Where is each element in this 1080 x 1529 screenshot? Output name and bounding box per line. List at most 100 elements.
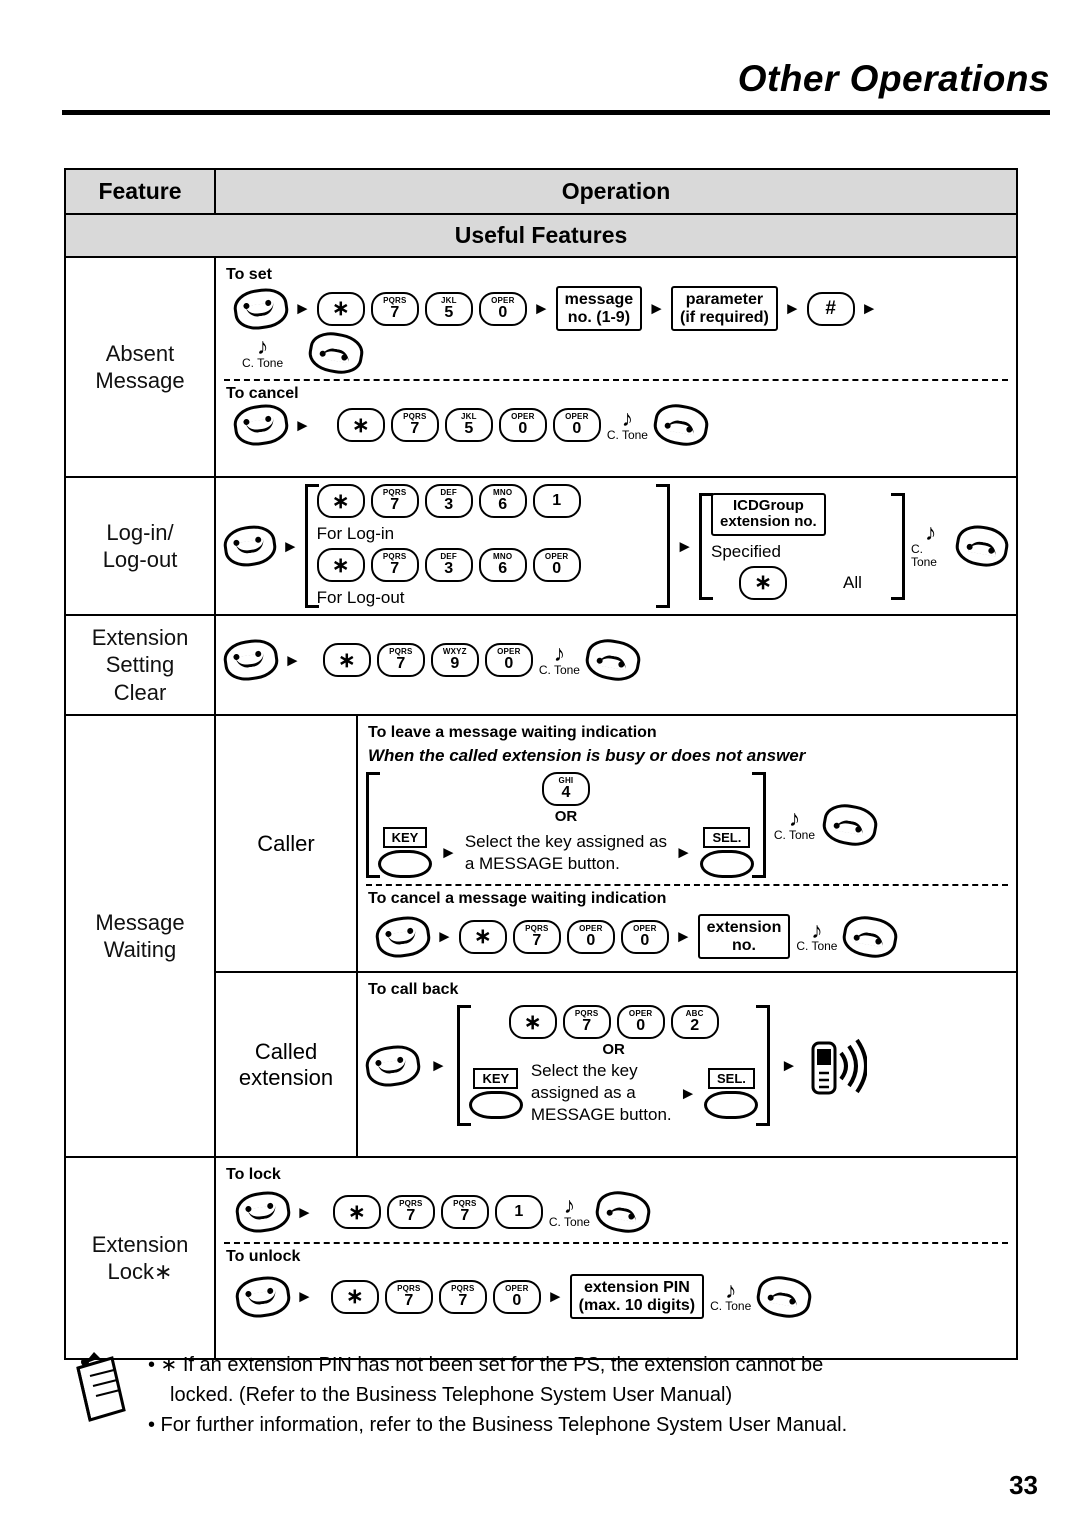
- operation-extension-lock: To lock ► ∗ PQRS 7 PQRS 7 1 ♪ C. Tone To un…: [216, 1158, 1016, 1358]
- power-off-key-icon: [754, 1272, 815, 1321]
- arrow-icon: ►: [675, 843, 692, 862]
- label-for-log-out: For Log-out: [316, 588, 405, 607]
- music-note-icon: ♪: [811, 916, 823, 943]
- arrow-icon: ►: [294, 299, 311, 319]
- key-number: 0: [572, 420, 582, 438]
- features-table: Feature Operation Useful Features Absent…: [64, 168, 1018, 1360]
- key-number: 5: [464, 420, 474, 438]
- box-icd-group-extension-no: ICDGroup extension no.: [711, 492, 826, 536]
- arrow-icon: ►: [296, 1202, 313, 1222]
- key-number: 7: [390, 303, 400, 321]
- music-note-icon: ♪: [563, 1192, 576, 1219]
- key-number: 9: [450, 655, 460, 672]
- key-number: 7: [390, 496, 400, 513]
- key-number: 3: [444, 560, 454, 577]
- title-rule: [62, 110, 1050, 115]
- arrow-icon: ►: [532, 299, 550, 319]
- tone-label: C. Tone: [773, 827, 816, 842]
- key-number: 1: [552, 492, 562, 509]
- key-oper-0: OPER 0: [620, 919, 669, 954]
- key-number: 7: [410, 420, 420, 438]
- music-note-icon: ♪: [788, 805, 801, 832]
- key-number: 0: [636, 1017, 646, 1035]
- power-off-key-icon: [306, 328, 367, 378]
- bracket-group: ICDGroup extension no. Specified ∗ All: [699, 492, 905, 600]
- key-oper-0: OPER 0: [552, 408, 601, 443]
- key-ghi-4: GHI 4: [541, 772, 590, 806]
- key-number: 0: [498, 303, 508, 321]
- tone-label: C. Tone: [910, 542, 937, 570]
- talk-key-icon: [233, 1188, 293, 1236]
- confirmation-tone-indicator: ♪ C. Tone: [539, 640, 580, 677]
- key-number: 7: [582, 1017, 592, 1035]
- power-off-key-icon: [953, 521, 1012, 571]
- title-cancel-message-waiting: To cancel a message waiting indication: [368, 890, 667, 907]
- talk-key-icon: [363, 1042, 423, 1090]
- key-star: ∗: [508, 1005, 557, 1040]
- key-oper-0: OPER 0: [484, 643, 533, 677]
- power-off-key-icon: [582, 635, 644, 685]
- header-operation: Operation: [561, 178, 671, 204]
- divider: [366, 884, 1008, 886]
- arrow-icon: ►: [674, 927, 692, 947]
- note-line: locked. (Refer to the Business Telephone…: [170, 1384, 733, 1406]
- key-star: ∗: [739, 565, 788, 600]
- key-number: 0: [504, 655, 514, 672]
- feature-label-line: Log-out: [102, 547, 178, 572]
- label-or: OR: [602, 1041, 625, 1059]
- key-star: ∗: [316, 548, 365, 582]
- section-band-useful-features: Useful Features: [66, 215, 1016, 258]
- table-row: Absent Message To set ► ∗ PQRS 7 JKL 5 OPE…: [66, 258, 1016, 478]
- key-pqrs-7: PQRS 7: [562, 1005, 611, 1040]
- arrow-icon: ►: [440, 843, 457, 862]
- key-oper-0: OPER 0: [492, 1279, 541, 1314]
- music-note-icon: ♪: [553, 640, 566, 667]
- soft-key-icon: [468, 1090, 523, 1119]
- key-pqrs-7: PQRS 7: [386, 1195, 435, 1229]
- confirmation-tone-indicator: ♪ C. Tone: [796, 916, 838, 954]
- power-off-key-icon: [592, 1187, 654, 1237]
- key-pqrs-7: PQRS 7: [438, 1279, 487, 1314]
- talk-key-icon: [231, 401, 291, 449]
- key-number: 7: [390, 560, 400, 577]
- soft-key-icon: [699, 850, 754, 878]
- label-for-log-in: For Log-in: [316, 524, 395, 543]
- arrow-icon: ►: [648, 299, 665, 319]
- key-number: 4: [561, 784, 571, 801]
- key-number: 5: [444, 303, 454, 321]
- key-number: 6: [498, 560, 508, 577]
- sub-label-to-set: To set: [226, 266, 272, 283]
- key-number: 2: [690, 1017, 700, 1035]
- arrow-icon: ►: [281, 536, 299, 556]
- page-title: Other Operations: [737, 58, 1050, 99]
- key-number: 6: [498, 496, 508, 513]
- key-number: 0: [586, 931, 596, 949]
- confirmation-tone-indicator: ♪ C. Tone: [910, 519, 950, 570]
- music-note-icon: ♪: [724, 1276, 737, 1303]
- arrow-icon: ►: [679, 1083, 697, 1103]
- instruction-line: Select the key assigned as: [464, 832, 668, 852]
- key-oper-0: OPER 0: [616, 1005, 665, 1040]
- header-feature: Feature: [66, 170, 216, 213]
- power-off-key-icon: [819, 800, 881, 850]
- key-star: ∗: [316, 484, 365, 518]
- operation-extension-setting-clear: ► ∗ PQRS 7 WXYZ 9 OPER 0 ♪ C. Tone: [216, 616, 1016, 714]
- memo-icon: [64, 1350, 138, 1440]
- label-or: OR: [554, 808, 578, 825]
- key-star: ∗: [316, 291, 365, 326]
- divider: [224, 1242, 1008, 1244]
- feature-label-line: Extension: [91, 1231, 189, 1257]
- tone-label: C. Tone: [796, 939, 838, 954]
- feature-label-line: Setting: [105, 652, 175, 678]
- box-message-no: message no. (1-9): [555, 286, 643, 332]
- sub-label-to-unlock: To unlock: [226, 1248, 301, 1265]
- instruction-line: Select the key: [530, 1061, 638, 1081]
- key-number: 7: [460, 1207, 470, 1224]
- confirmation-tone-indicator: ♪ C. Tone: [549, 1192, 590, 1229]
- key-star: ∗: [322, 643, 371, 677]
- feature-label-line: Message: [95, 368, 185, 393]
- instruction-line: MESSAGE button.: [530, 1105, 672, 1125]
- key-number: 0: [518, 420, 528, 438]
- music-note-icon: ♪: [924, 519, 937, 546]
- sub-feature-caller: Caller: [216, 716, 358, 972]
